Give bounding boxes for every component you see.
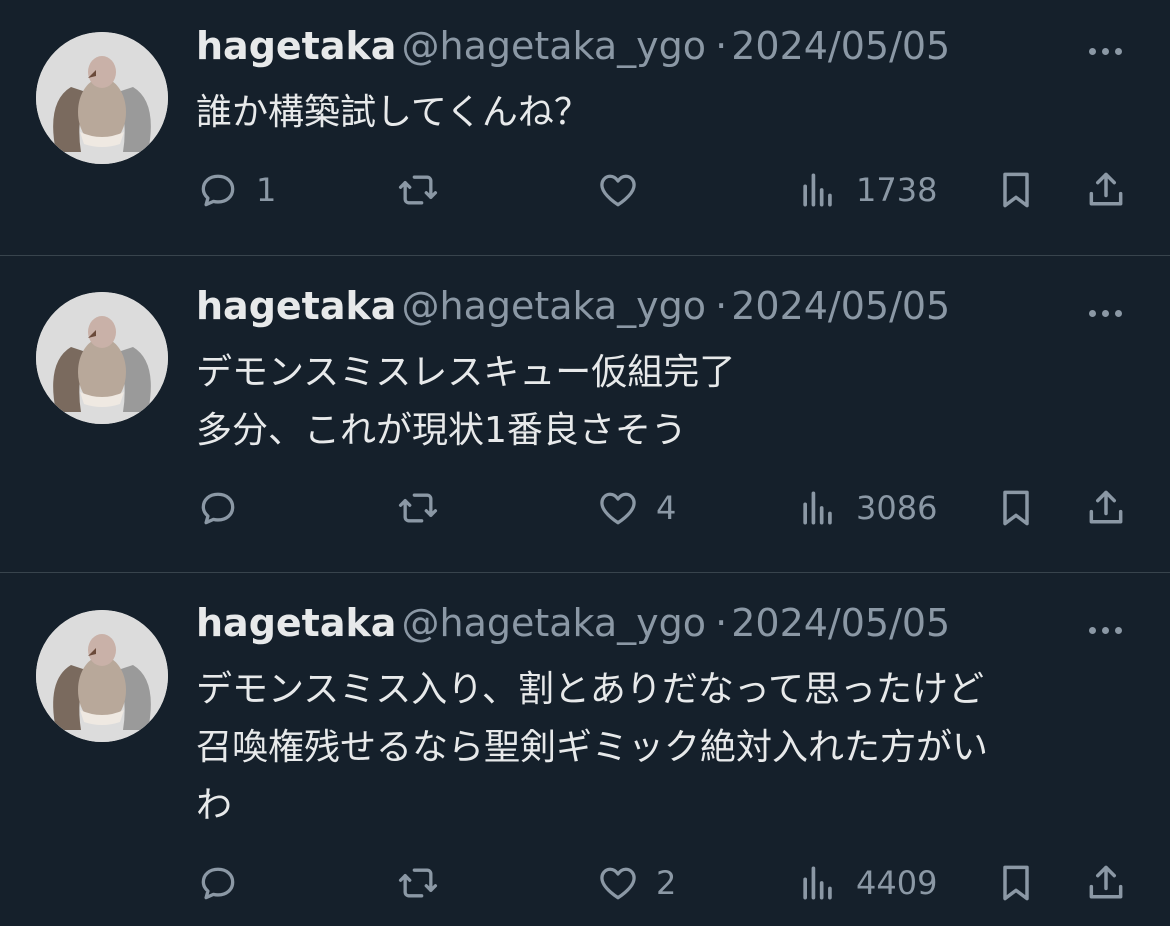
tweet-text: デモンスミス入り、割とありだなって思ったけど 召喚権残せるなら聖剣ギミック絶対入… <box>196 661 1136 835</box>
like-icon <box>600 492 636 525</box>
more-icon[interactable] <box>1086 40 1128 60</box>
reply-icon <box>201 867 235 900</box>
vulture-avatar-icon <box>36 610 168 742</box>
vulture-avatar-icon <box>36 32 168 164</box>
retweet-button[interactable] <box>396 168 456 212</box>
tweet-text-line: デモンスミス入り、割とありだなって思ったけど <box>196 669 985 710</box>
bookmark-icon <box>1003 865 1029 901</box>
bookmark-button[interactable] <box>994 168 1038 212</box>
tweet-text-line: わ <box>196 785 233 826</box>
views-count: 4409 <box>856 864 938 902</box>
tweet-text-line: 誰か構築試してくんね？ <box>196 92 590 133</box>
more-icon[interactable] <box>1086 302 1128 322</box>
tweet-text: デモンスミスレスキュー仮組完了 多分、これが現状1番良さそう <box>196 344 1136 460</box>
bookmark-button[interactable] <box>994 861 1038 905</box>
avatar[interactable] <box>36 32 168 164</box>
tweet-date[interactable]: 2024/05/05 <box>731 284 950 328</box>
user-handle[interactable]: @hagetaka_ygo <box>401 601 706 645</box>
views-icon <box>803 491 832 525</box>
separator: · <box>715 24 728 68</box>
views-icon <box>803 866 832 900</box>
share-button[interactable] <box>1084 168 1128 212</box>
display-name[interactable]: hagetaka <box>196 284 396 328</box>
tweet[interactable]: hagetaka @hagetaka_ygo · 2024/05/05 デモンスミ… <box>0 573 1170 926</box>
avatar[interactable] <box>36 610 168 742</box>
tweet[interactable]: hagetaka @hagetaka_ygo · 2024/05/05 誰か構築試… <box>0 0 1170 255</box>
tweet-header: hagetaka @hagetaka_ygo · 2024/05/05 <box>196 24 950 80</box>
reply-button[interactable] <box>196 486 256 530</box>
tweet-text-line: 召喚権残せるなら聖剣ギミック絶対入れた方がい <box>196 727 989 768</box>
retweet-icon <box>398 175 438 205</box>
reply-icon <box>201 492 235 525</box>
tweet-text: 誰か構築試してくんね？ <box>196 84 1136 142</box>
like-button[interactable]: 2 <box>596 861 676 905</box>
reply-icon <box>201 174 235 207</box>
share-icon <box>1089 490 1123 524</box>
vulture-avatar-icon <box>36 292 168 424</box>
bookmark-icon <box>1003 172 1029 208</box>
user-handle[interactable]: @hagetaka_ygo <box>401 24 706 68</box>
tweet-date[interactable]: 2024/05/05 <box>731 24 950 68</box>
tweet-date[interactable]: 2024/05/05 <box>731 601 950 645</box>
reply-button[interactable]: 1 <box>196 168 276 212</box>
bookmark-icon <box>1003 490 1029 526</box>
like-count: 4 <box>656 489 677 527</box>
display-name[interactable]: hagetaka <box>196 24 396 68</box>
views-count: 3086 <box>856 489 938 527</box>
retweet-button[interactable] <box>396 486 456 530</box>
like-icon <box>600 867 636 900</box>
tweet-header: hagetaka @hagetaka_ygo · 2024/05/05 <box>196 284 950 340</box>
like-button[interactable] <box>596 168 656 212</box>
like-count: 2 <box>656 864 677 902</box>
views-button[interactable]: 3086 <box>796 486 937 530</box>
reply-count: 1 <box>256 171 277 209</box>
separator: · <box>715 284 728 328</box>
bookmark-button[interactable] <box>994 486 1038 530</box>
retweet-icon <box>398 493 438 523</box>
reply-button[interactable] <box>196 861 256 905</box>
display-name[interactable]: hagetaka <box>196 601 396 645</box>
like-icon <box>600 174 636 207</box>
views-button[interactable]: 4409 <box>796 861 937 905</box>
views-icon <box>803 173 832 207</box>
retweet-icon <box>398 868 438 898</box>
like-button[interactable]: 4 <box>596 486 676 530</box>
tweet[interactable]: hagetaka @hagetaka_ygo · 2024/05/05 デモンスミ… <box>0 256 1170 572</box>
views-button[interactable]: 1738 <box>796 168 937 212</box>
more-icon[interactable] <box>1086 619 1128 639</box>
share-button[interactable] <box>1084 486 1128 530</box>
tweet-header: hagetaka @hagetaka_ygo · 2024/05/05 <box>196 601 950 657</box>
tweet-text-line: デモンスミスレスキュー仮組完了 <box>196 352 736 393</box>
views-count: 1738 <box>856 171 938 209</box>
retweet-button[interactable] <box>396 861 456 905</box>
share-icon <box>1089 172 1123 206</box>
user-handle[interactable]: @hagetaka_ygo <box>401 284 706 328</box>
share-button[interactable] <box>1084 861 1128 905</box>
avatar[interactable] <box>36 292 168 424</box>
tweet-text-line: 多分、これが現状1番良さそう <box>196 410 687 451</box>
share-icon <box>1089 865 1123 899</box>
separator: · <box>715 601 728 645</box>
